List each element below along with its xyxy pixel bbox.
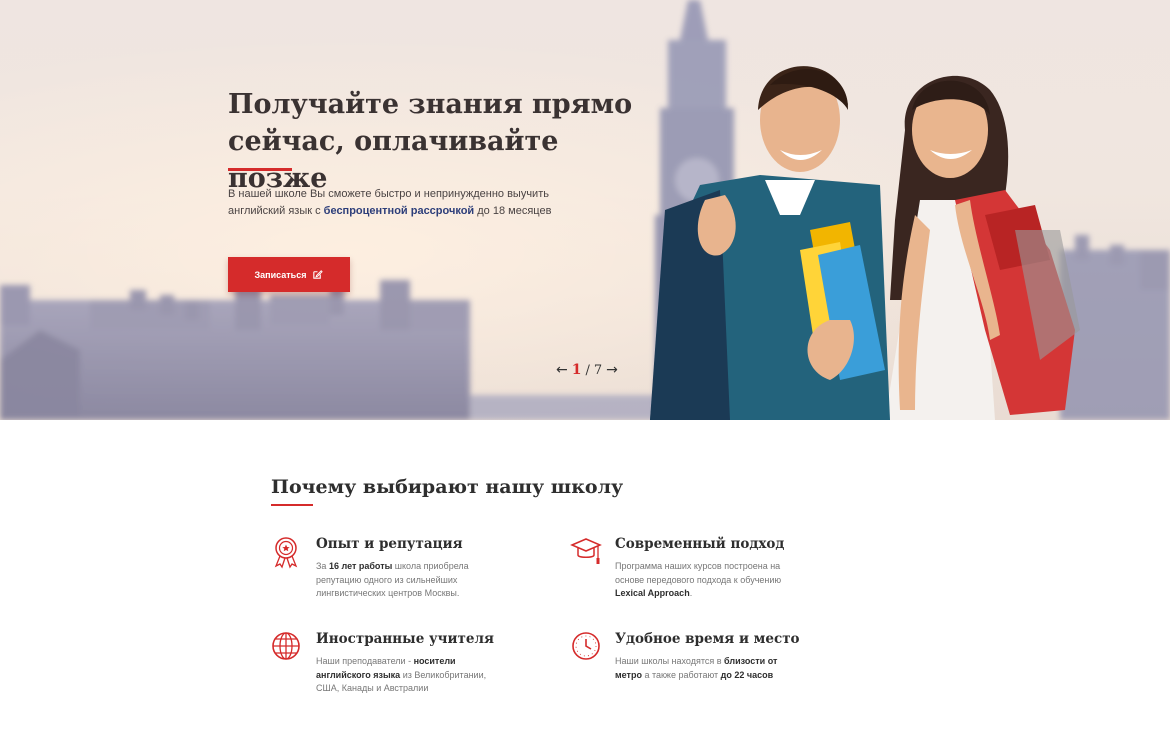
feature-text: . [689,588,693,598]
feature-text-bold: до 22 часов [720,669,774,680]
signup-button[interactable]: Записаться [228,257,350,292]
slider-pager: ← 1 / 7 → [556,360,618,380]
feature-title: Опыт и репутация [316,536,463,552]
feature-text-bold: 16 лет работы [328,561,393,571]
hero-description-tail: до 18 месяцев [474,205,552,217]
graduation-cap-icon [570,538,602,564]
student-girl [885,75,1080,420]
hero-title: Получайте знания прямо сейчас, оплачивай… [228,89,633,194]
parliament-building-left [0,280,670,420]
feature-text: Программа наших курсов построена на осно… [615,561,782,585]
feature-description: За 16 лет работы школа приобрела репутац… [316,560,496,601]
slider-prev-arrow[interactable]: ← [556,362,568,378]
feature-text: Наши преподаватели - [316,656,414,666]
feature-text: Наши школы находятся в [615,656,725,666]
section-title-underline [271,504,313,506]
hero-slider: Получайте знания прямо сейчас, оплачивай… [0,0,1170,420]
clock-icon [572,632,600,660]
hero-title-underline [228,168,292,171]
feature-title: Иностранные учителя [316,631,494,647]
edit-icon [313,270,324,279]
feature-text: а также работают [641,669,721,680]
hero-description: В нашей школе Вы сможете быстро и неприн… [228,186,588,220]
feature-description: Наши школы находятся в близости от метро… [615,655,795,682]
feature-description: Наши преподаватели - носители английског… [316,655,496,696]
slider-separator: / [585,362,590,378]
feature-title: Удобное время и место [615,631,800,647]
award-ribbon-icon [274,537,298,569]
slider-next-arrow[interactable]: → [606,362,618,378]
slider-total-pages: 7 [593,362,603,378]
feature-description: Программа наших курсов построена на осно… [615,560,795,601]
feature-text: За [316,561,329,571]
signup-button-label: Записаться [254,269,307,280]
section-title: Почему выбирают нашу школу [271,476,624,498]
globe-icon [272,632,300,660]
slider-current-page: 1 [571,362,582,378]
feature-text-bold: Lexical Approach [615,588,690,598]
hero-description-highlight[interactable]: беспроцентной рассрочкой [324,205,475,217]
feature-title: Современный подход [615,536,785,552]
